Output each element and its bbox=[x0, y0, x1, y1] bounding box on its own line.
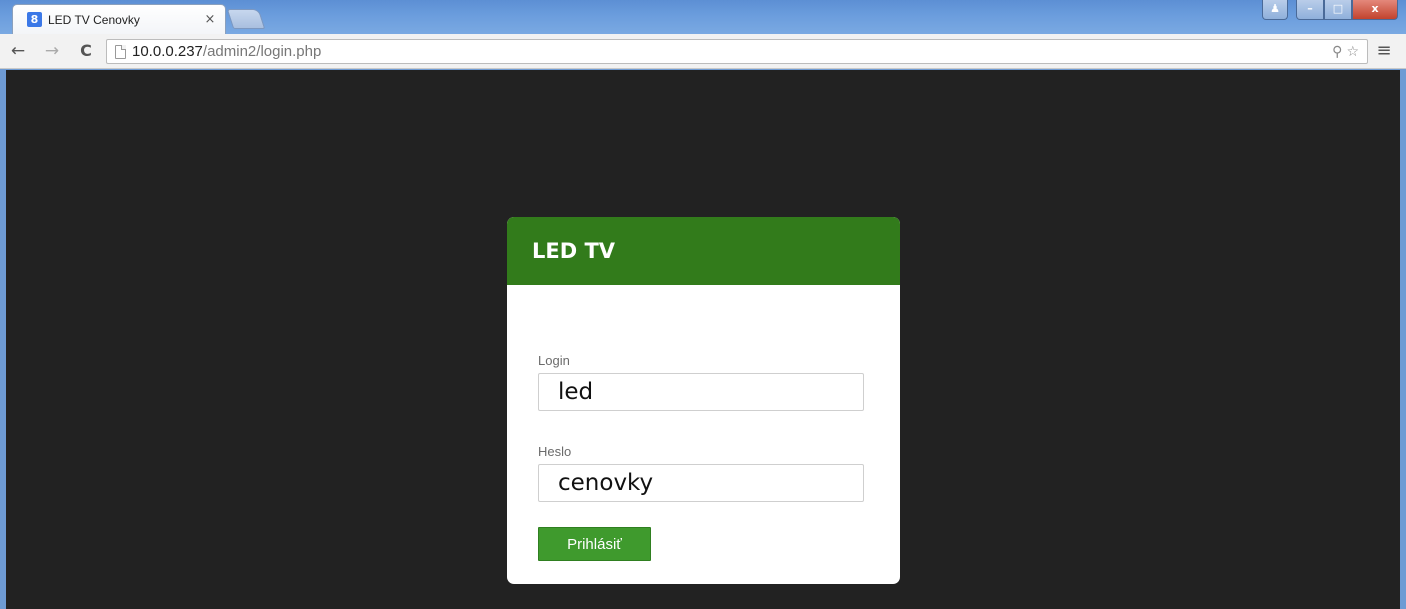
back-arrow-icon[interactable]: ← bbox=[6, 39, 30, 63]
tab-title: LED TV Cenovky bbox=[48, 12, 140, 27]
address-bar[interactable]: 10.0.0.237/admin2/login.php ⚲ ☆ bbox=[106, 39, 1368, 64]
zoom-icon[interactable]: ⚲ bbox=[1332, 44, 1342, 60]
login-card-title: LED TV bbox=[532, 239, 616, 263]
forward-arrow-icon[interactable]: → bbox=[40, 39, 64, 63]
login-input[interactable] bbox=[538, 373, 864, 411]
favicon-icon: 8 bbox=[27, 12, 42, 27]
minimize-button[interactable]: – bbox=[1296, 0, 1324, 20]
browser-tab-active[interactable]: 8 LED TV Cenovky × bbox=[12, 4, 226, 34]
tab-close-icon[interactable]: × bbox=[203, 12, 217, 27]
user-profile-icon[interactable]: ♟ bbox=[1262, 0, 1288, 20]
reload-icon[interactable]: C bbox=[74, 39, 98, 63]
restore-button[interactable]: □ bbox=[1324, 0, 1352, 20]
window-controls: ♟ – □ x bbox=[1262, 0, 1398, 22]
omnibox-actions: ⚲ ☆ bbox=[1332, 40, 1359, 63]
login-label: Login bbox=[538, 353, 570, 368]
url-host: 10.0.0.237 bbox=[132, 43, 203, 60]
close-window-button[interactable]: x bbox=[1352, 0, 1398, 20]
bookmark-star-icon[interactable]: ☆ bbox=[1346, 44, 1359, 60]
page-icon bbox=[115, 44, 126, 59]
window-titlebar: 8 LED TV Cenovky × ♟ – □ x bbox=[0, 0, 1406, 34]
password-label: Heslo bbox=[538, 444, 572, 459]
login-form: Login Heslo Prihlásiť bbox=[507, 353, 900, 561]
address-url[interactable]: 10.0.0.237/admin2/login.php bbox=[132, 43, 321, 60]
login-submit-button[interactable]: Prihlásiť bbox=[538, 527, 651, 561]
login-card-header: LED TV bbox=[507, 217, 900, 285]
password-input[interactable] bbox=[538, 464, 864, 502]
browser-menu-icon[interactable]: ≡ bbox=[1374, 40, 1394, 62]
page-viewport: LED TV Login Heslo Prihlásiť bbox=[6, 70, 1400, 609]
login-card: LED TV Login Heslo Prihlásiť bbox=[507, 217, 900, 584]
new-tab-button[interactable] bbox=[226, 9, 266, 29]
url-path: /admin2/login.php bbox=[202, 43, 322, 60]
browser-toolbar: ← → C 10.0.0.237/admin2/login.php ⚲ ☆ ≡ bbox=[0, 34, 1406, 69]
